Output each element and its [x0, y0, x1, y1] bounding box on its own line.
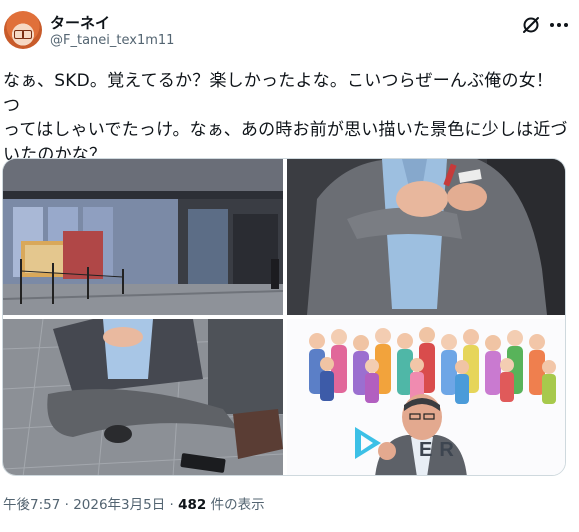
grok-icon[interactable]: [521, 15, 541, 35]
display-name[interactable]: ターネイ: [50, 12, 110, 33]
tweet-text: なぁ、SKD。覚えてるか？楽しかったよな。こいつらぜーんぶ俺の女！つ ってはしゃ…: [3, 71, 568, 165]
user-handle[interactable]: @F_tanei_tex1m11: [50, 33, 174, 48]
photo-man-sitting[interactable]: [3, 319, 283, 475]
views-label: 件の表示: [206, 497, 265, 513]
meta-separator: ·: [165, 497, 179, 513]
photo-station-plaza[interactable]: [3, 159, 283, 315]
meta-separator: ·: [60, 497, 74, 513]
glasses-detail: [14, 30, 32, 39]
tweet-date[interactable]: 2026年3月5日: [73, 497, 165, 513]
more-options-icon[interactable]: [549, 22, 569, 28]
views-count[interactable]: 482: [178, 497, 206, 513]
tweet-time[interactable]: 午後7:57: [3, 497, 60, 513]
avatar[interactable]: [4, 11, 42, 49]
brand-text: ER: [419, 439, 461, 461]
photo-man-suit-hands[interactable]: [287, 159, 565, 315]
tweet: ターネイ @F_tanei_tex1m11 なぁ、SKD。覚えてるか？楽しかった…: [0, 0, 579, 532]
photo-group-collage[interactable]: ER: [287, 319, 565, 475]
tweet-meta: 午後7:57 · 2026年3月5日 · 482 件の表示: [3, 493, 265, 513]
media-grid: ER: [2, 158, 566, 476]
